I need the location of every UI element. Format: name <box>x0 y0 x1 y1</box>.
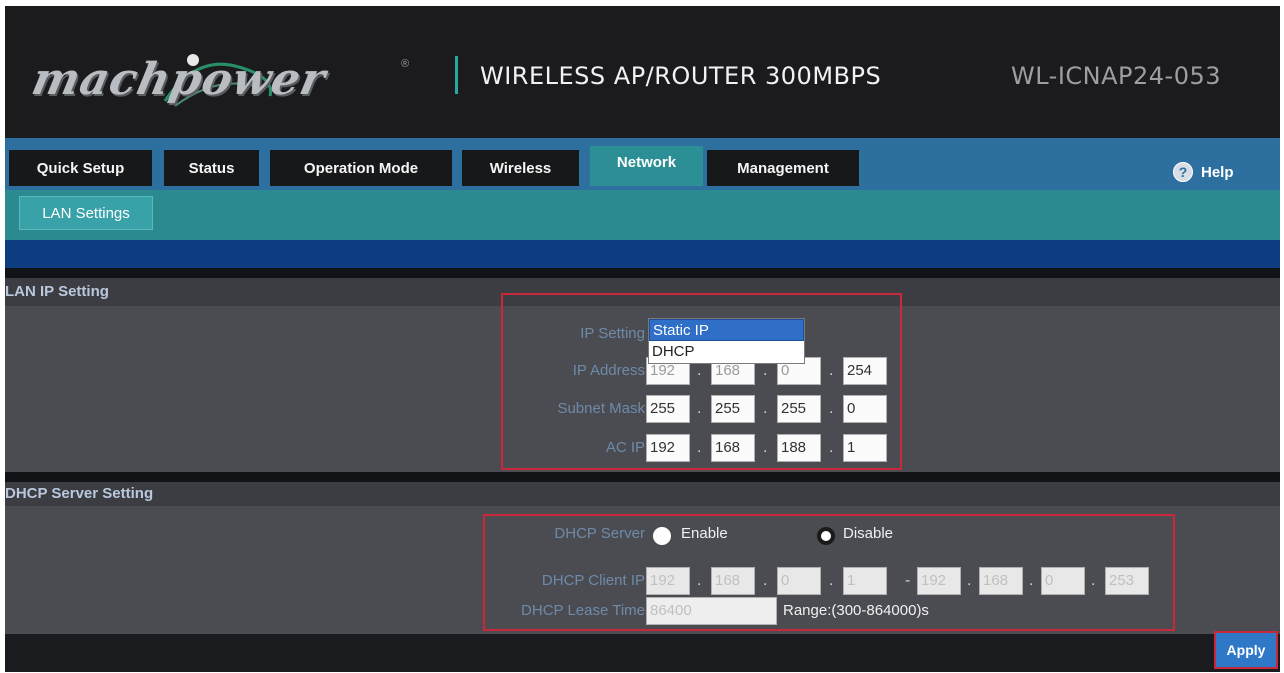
highlight-box-dhcp <box>483 514 1175 631</box>
header-divider <box>455 56 458 94</box>
logo-registered-mark: ® <box>401 58 410 70</box>
sub-nav: LAN Settings <box>5 190 1280 240</box>
separator <box>5 268 1280 278</box>
tab-management[interactable]: Management <box>707 150 859 186</box>
help-icon: ? <box>1173 162 1193 182</box>
logo-wordmark: machpower <box>27 54 331 105</box>
apply-button[interactable]: Apply <box>1214 631 1278 669</box>
router-admin-page: machpower ® WIRELESS AP/ROUTER 300MBPS W… <box>5 6 1280 672</box>
title-bar <box>5 240 1280 268</box>
tab-operation-mode[interactable]: Operation Mode <box>270 150 452 186</box>
section-title-lan: LAN IP Setting <box>5 282 109 300</box>
separator <box>5 472 1280 482</box>
tab-status[interactable]: Status <box>164 150 259 186</box>
help-link[interactable]: ? Help <box>1173 162 1234 182</box>
model-number: WL-ICNAP24-053 <box>1011 62 1222 90</box>
help-label: Help <box>1201 163 1234 181</box>
highlight-box-lan <box>501 293 902 470</box>
product-title: WIRELESS AP/ROUTER 300MBPS <box>480 62 882 90</box>
tab-wireless[interactable]: Wireless <box>462 150 579 186</box>
footer-bar <box>5 634 1280 672</box>
subtab-lan-settings[interactable]: LAN Settings <box>19 196 153 230</box>
brand-logo: machpower ® <box>25 28 425 123</box>
header-bar: machpower ® WIRELESS AP/ROUTER 300MBPS W… <box>5 6 1280 138</box>
main-nav: Quick Setup Status Operation Mode Wirele… <box>5 138 1280 190</box>
tab-network[interactable]: Network <box>590 146 703 186</box>
tab-quick-setup[interactable]: Quick Setup <box>9 150 152 186</box>
section-title-dhcp: DHCP Server Setting <box>5 484 154 502</box>
